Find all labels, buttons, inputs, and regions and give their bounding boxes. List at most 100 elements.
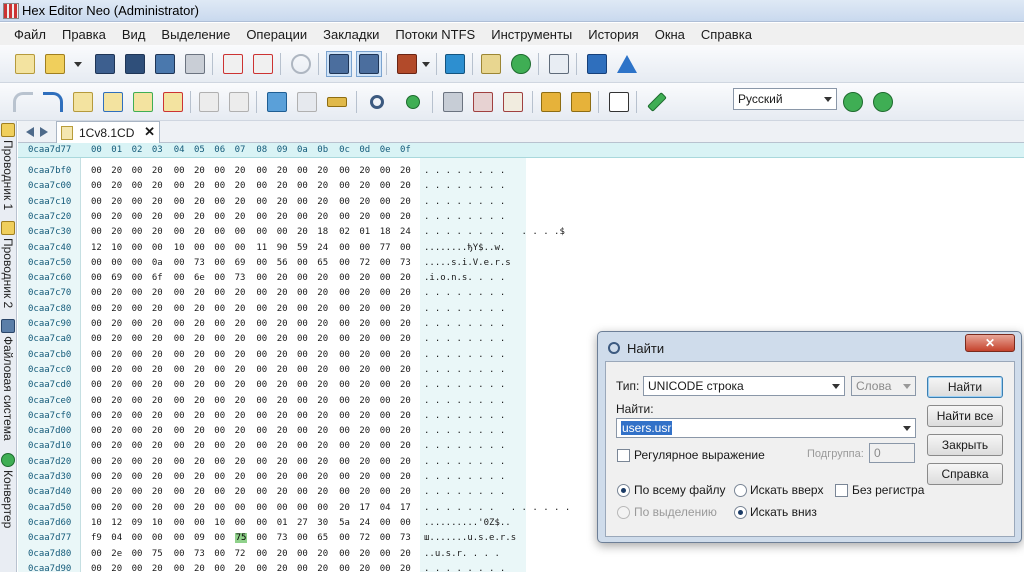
hex-byte[interactable]: 00 [132, 441, 143, 451]
hex-byte[interactable]: 20 [235, 365, 246, 375]
hex-row[interactable]: 0caa7c60 00 69 00 6f 00 6e 00 73 00 20 00 20 00 20 00 20… [18, 270, 528, 285]
hex-byte[interactable]: 20 [317, 212, 328, 222]
hex-byte[interactable]: 00 [214, 396, 225, 406]
row-text[interactable]: . . . . . . . . [424, 396, 505, 406]
row-text[interactable]: . . . . . . . . [424, 365, 505, 375]
hex-row[interactable]: 0caa7c40 12 10 00 00 10 00 00 00 11 90 59 24 00 00 77 00… [18, 240, 528, 255]
hex-byte[interactable]: 00 [256, 181, 267, 191]
export-button[interactable] [264, 89, 290, 115]
ruler-button[interactable] [324, 89, 350, 115]
hex-byte[interactable]: 00 [256, 212, 267, 222]
hex-byte[interactable]: 20 [194, 288, 205, 298]
hex-byte[interactable]: 12 [111, 518, 122, 528]
hex-byte[interactable]: 00 [132, 549, 143, 559]
hex-byte[interactable]: 20 [235, 396, 246, 406]
close-file-button[interactable] [220, 51, 246, 77]
hex-byte[interactable]: 00 [359, 243, 370, 253]
hex-byte[interactable]: 00 [256, 288, 267, 298]
redo-button[interactable] [40, 89, 66, 115]
hex-byte[interactable]: 20 [111, 380, 122, 390]
row-text[interactable]: . . . . . . . . [424, 441, 505, 451]
hex-byte[interactable]: 65 [317, 258, 328, 268]
hex-byte[interactable]: 20 [400, 319, 411, 329]
hex-byte[interactable]: 00 [91, 227, 102, 237]
hex-byte[interactable]: 30 [317, 518, 328, 528]
menu-windows[interactable]: Окна [647, 23, 693, 45]
hex-byte[interactable]: 20 [111, 426, 122, 436]
hex-byte[interactable]: 20 [317, 166, 328, 176]
hex-byte[interactable]: 00 [297, 334, 308, 344]
hex-byte[interactable]: 00 [174, 549, 185, 559]
hex-byte[interactable]: 24 [359, 518, 370, 528]
find-pattern-button[interactable] [400, 89, 426, 115]
hex-byte[interactable]: 00 [339, 365, 350, 375]
hex-byte[interactable]: 75 [152, 549, 163, 559]
hex-byte[interactable]: 20 [152, 380, 163, 390]
new-file-button[interactable] [12, 51, 38, 77]
hex-byte[interactable]: 00 [297, 533, 308, 543]
hex-byte[interactable]: 00 [214, 487, 225, 497]
hex-byte[interactable]: 20 [400, 441, 411, 451]
hex-byte[interactable]: 20 [111, 365, 122, 375]
hex-byte[interactable]: 00 [174, 411, 185, 421]
hex-byte[interactable]: 20 [359, 212, 370, 222]
hex-byte[interactable]: 20 [194, 181, 205, 191]
hex-byte[interactable]: 00 [256, 273, 267, 283]
hex-byte[interactable]: 20 [317, 319, 328, 329]
hex-byte[interactable]: 00 [339, 334, 350, 344]
hex-byte[interactable]: 00 [380, 441, 391, 451]
hex-row[interactable]: 0caa7c50 00 00 00 0a 00 73 00 69 00 56 00 65 00 72 00 73… [18, 255, 528, 270]
hex-byte[interactable]: 20 [359, 441, 370, 451]
hex-byte[interactable]: 00 [174, 166, 185, 176]
hex-byte[interactable]: 09 [194, 533, 205, 543]
hex-byte[interactable]: 20 [194, 396, 205, 406]
hex-byte[interactable]: 00 [256, 304, 267, 314]
hex-byte[interactable]: 00 [380, 411, 391, 421]
type-select[interactable]: UNICODE строка [643, 376, 845, 396]
hex-byte[interactable]: 20 [235, 472, 246, 482]
menu-view[interactable]: Вид [114, 23, 154, 45]
hex-byte[interactable]: 20 [317, 181, 328, 191]
add-language-button[interactable] [840, 89, 866, 115]
hex-byte[interactable]: 00 [380, 426, 391, 436]
hex-row[interactable]: 0caa7d77 f9 04 00 00 00 09 00 75 00 73 00 65 00 72 00 73… [18, 530, 528, 545]
hex-byte[interactable]: 00 [214, 273, 225, 283]
hex-byte[interactable]: 00 [380, 181, 391, 191]
hex-byte[interactable]: 20 [359, 365, 370, 375]
hex-byte[interactable]: 20 [400, 273, 411, 283]
open-dropdown-button[interactable] [70, 51, 86, 77]
hex-byte[interactable]: 20 [152, 411, 163, 421]
hex-byte[interactable]: 20 [400, 212, 411, 222]
hex-row[interactable]: 0caa7cd0 00 20 00 20 00 20 00 20 00 20 00 20 00 20 00 20… [18, 377, 528, 392]
hex-byte[interactable]: 00 [214, 258, 225, 268]
hex-byte[interactable]: 20 [152, 472, 163, 482]
side-tab-explorer-1[interactable]: Проводник 1 [0, 123, 17, 221]
row-text[interactable]: . . . . . . . . [424, 197, 505, 207]
hex-byte[interactable]: 20 [317, 426, 328, 436]
hex-byte[interactable]: 20 [317, 487, 328, 497]
hex-byte[interactable]: 00 [256, 365, 267, 375]
hex-byte[interactable]: 00 [132, 334, 143, 344]
hex-byte[interactable]: 00 [214, 227, 225, 237]
hex-byte[interactable]: 20 [152, 457, 163, 467]
radio-search-down[interactable] [734, 506, 747, 519]
hex-byte[interactable]: 10 [111, 243, 122, 253]
side-tab-explorer-2[interactable]: Проводник 2 [0, 221, 17, 319]
view-text-button[interactable] [356, 51, 382, 77]
hex-byte[interactable]: 20 [235, 457, 246, 467]
hex-byte[interactable]: 00 [91, 380, 102, 390]
hex-byte[interactable]: 00 [132, 380, 143, 390]
hex-byte[interactable]: 00 [380, 564, 391, 572]
hex-byte[interactable]: 00 [235, 518, 246, 528]
hex-row[interactable]: 0caa7cb0 00 20 00 20 00 20 00 20 00 20 00 20 00 20 00 20… [18, 347, 528, 362]
unlock-button[interactable] [568, 89, 594, 115]
row-text[interactable]: . . . . . . . . [424, 166, 505, 176]
hex-byte[interactable]: 01 [359, 227, 370, 237]
hex-byte[interactable]: 00 [174, 380, 185, 390]
menu-history[interactable]: История [580, 23, 646, 45]
hex-byte[interactable]: 20 [111, 487, 122, 497]
hex-byte[interactable]: 00 [91, 396, 102, 406]
hex-byte[interactable]: 00 [214, 441, 225, 451]
hex-byte[interactable]: 20 [194, 426, 205, 436]
regex-checkbox[interactable] [617, 449, 630, 462]
